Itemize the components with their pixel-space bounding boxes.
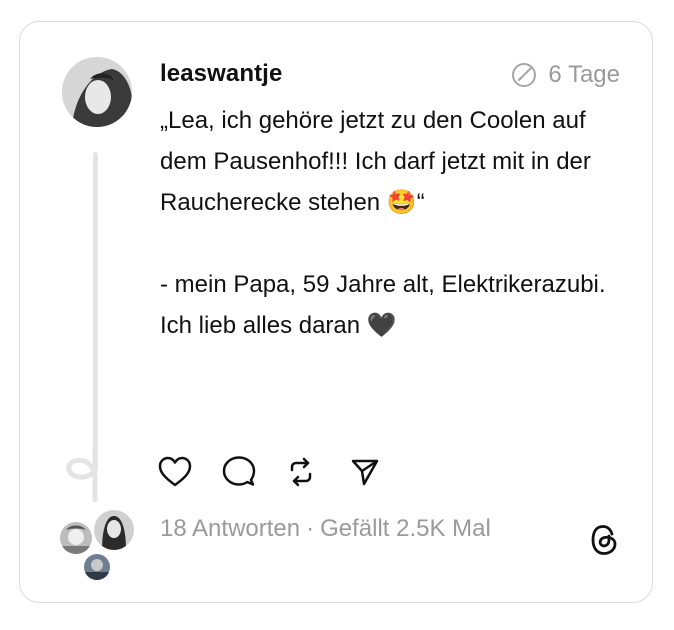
like-button[interactable] [158, 452, 222, 492]
post-actions [158, 452, 414, 492]
avatar [92, 508, 136, 552]
likes-count[interactable]: Gefällt 2.5K Mal [320, 515, 491, 543]
post-time: 6 Tage [548, 61, 620, 88]
edit-circle-icon [512, 63, 537, 87]
thread-loop-icon [66, 446, 98, 502]
threads-logo-icon[interactable] [590, 524, 618, 556]
share-button[interactable] [350, 452, 414, 492]
post-text-paragraph: - mein Papa, 59 Jahre alt, Elektrikerazu… [160, 271, 606, 339]
author-username[interactable]: leaswantje [160, 60, 282, 88]
send-icon [351, 459, 379, 486]
avatar [82, 552, 112, 582]
post-meta: 6 Tage [510, 61, 620, 89]
heart-icon [158, 456, 192, 487]
reply-button[interactable] [222, 452, 286, 492]
thread-line [93, 152, 98, 472]
post-text-paragraph: „Lea, ich gehöre jetzt zu den Coolen auf… [160, 107, 598, 216]
author-avatar[interactable] [62, 57, 132, 127]
stats-separator: · [306, 515, 315, 542]
comment-icon [222, 456, 256, 486]
avatar [58, 520, 94, 556]
repost-icon [290, 457, 312, 487]
reply-avatars[interactable] [58, 508, 138, 582]
replies-count[interactable]: 18 Antworten [160, 515, 300, 543]
repost-button[interactable] [286, 452, 350, 492]
post-body: „Lea, ich gehöre jetzt zu den Coolen auf… [160, 100, 630, 346]
post-stats: 18 Antworten · Gefällt 2.5K Mal [160, 515, 491, 543]
